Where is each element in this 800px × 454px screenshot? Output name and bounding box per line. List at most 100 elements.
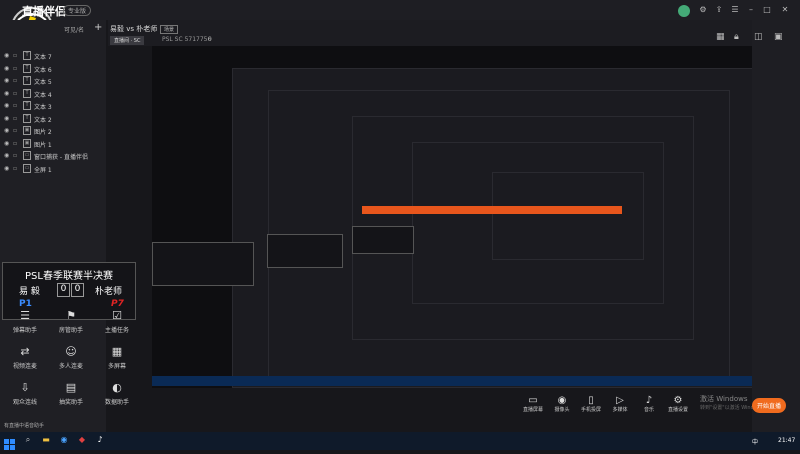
function-button[interactable]: ☰ 弹幕助手 bbox=[2, 306, 48, 340]
toolbar-button[interactable]: ⚙ 直播设置 bbox=[663, 395, 693, 413]
explorer-icon[interactable]: ▬ bbox=[40, 434, 52, 446]
share-icon[interactable]: ⇪ bbox=[714, 5, 724, 15]
function-icon: ⇩ bbox=[20, 381, 30, 394]
layer-type-icon: ▣ bbox=[23, 126, 31, 135]
lock-icon[interactable]: ▫ bbox=[13, 52, 17, 59]
function-button[interactable]: ▦ 多屏幕 bbox=[94, 342, 140, 376]
eye-icon[interactable]: ◉ bbox=[4, 152, 9, 159]
toolbar-button[interactable]: ♪ 音乐 bbox=[634, 395, 664, 413]
toolbar-button[interactable]: ▯ 手机投屏 bbox=[576, 395, 606, 413]
layer-item[interactable]: ◉ ▫ T 文本 4 bbox=[0, 88, 106, 100]
layer-label: 图片 2 bbox=[34, 129, 52, 136]
function-label: 弹幕助手 bbox=[12, 327, 37, 334]
eye-icon[interactable]: ◉ bbox=[4, 52, 9, 59]
eye-icon[interactable]: ◉ bbox=[4, 127, 9, 134]
lock-icon[interactable]: ▫ bbox=[13, 140, 17, 147]
camera-icon[interactable]: ◫ bbox=[754, 32, 768, 42]
lock-icon[interactable]: ▫ bbox=[13, 127, 17, 134]
lock-icon[interactable]: ▫ bbox=[13, 102, 17, 109]
function-icon: ⇄ bbox=[20, 345, 30, 358]
eye-icon[interactable]: ◉ bbox=[4, 140, 9, 147]
function-label: 视频连麦 bbox=[12, 363, 37, 370]
layer-item[interactable]: ◉ ▫ T 文本 7 bbox=[0, 50, 106, 62]
toolbar-button[interactable]: ▷ 多媒体 bbox=[605, 395, 635, 413]
function-label: 观众连线 bbox=[12, 399, 37, 406]
layer-item[interactable]: ◉ ▫ T 文本 3 bbox=[0, 100, 106, 112]
preview-canvas[interactable] bbox=[152, 46, 754, 388]
maximize-icon[interactable]: □ bbox=[762, 5, 772, 15]
function-button[interactable]: ⚑ 房管助手 bbox=[48, 306, 94, 340]
taskbar bbox=[0, 432, 800, 450]
layer-type-icon: ▣ bbox=[23, 138, 31, 148]
notification-text: 有直播中语音助手 bbox=[4, 423, 45, 429]
function-icon: ▤ bbox=[65, 381, 77, 394]
score2: 0 bbox=[71, 283, 84, 297]
eye-icon[interactable]: ◉ bbox=[4, 90, 9, 97]
mirror-alert-bar bbox=[362, 206, 622, 214]
clock: 21:47 bbox=[778, 437, 796, 444]
lock-icon[interactable]: ▫ bbox=[13, 165, 17, 172]
toolbar-icon: ▷ bbox=[616, 395, 624, 406]
eye-icon[interactable]: ◉ bbox=[4, 165, 9, 172]
layer-item[interactable]: ◉ ▫ ▣ 图片 2 bbox=[0, 125, 106, 137]
layer-type-icon: T bbox=[23, 51, 31, 60]
layer-item[interactable]: ◉ ▫ ▭ 窗口捕获 - 直播伴侣 bbox=[0, 150, 106, 162]
scene-badge[interactable]: 场景 bbox=[160, 25, 179, 34]
toolbar-icon: ⚙ bbox=[673, 395, 683, 406]
lock-icon[interactable]: ▫ bbox=[13, 77, 17, 84]
search-icon[interactable]: ⌕ bbox=[22, 434, 34, 446]
lock-icon[interactable]: ▫ bbox=[13, 65, 17, 72]
room-button[interactable]: 直播间 · SC bbox=[110, 36, 145, 45]
lock-icon[interactable]: 🔒︎ bbox=[734, 32, 748, 42]
layer-item[interactable]: ◉ ▫ ▭ 全屏 1 bbox=[0, 163, 106, 175]
toolbar-button[interactable]: ▭ 直播屏幕 bbox=[518, 395, 548, 413]
minimize-icon[interactable]: – bbox=[746, 5, 756, 15]
layer-label: 文本 7 bbox=[34, 54, 52, 61]
grid-icon[interactable]: ▣ bbox=[774, 32, 788, 42]
app-icon[interactable]: ◆ bbox=[76, 434, 88, 446]
language-indicator[interactable]: 中 bbox=[752, 437, 758, 446]
layer-type-icon: ▭ bbox=[23, 163, 31, 173]
mirror-level-5 bbox=[492, 172, 644, 260]
lock-icon[interactable]: ▫ bbox=[13, 152, 17, 159]
toolbar-button[interactable]: ◉ 摄像头 bbox=[547, 395, 577, 413]
function-button[interactable]: ◐ 数据助手 bbox=[94, 378, 140, 412]
mirror-taskbar bbox=[152, 376, 752, 386]
notification-icon[interactable]: ☰ bbox=[730, 5, 740, 15]
eye-icon[interactable]: ◉ bbox=[4, 102, 9, 109]
settings-icon[interactable]: ⚙ bbox=[698, 5, 708, 15]
live-app-icon[interactable]: ♪ bbox=[94, 434, 106, 446]
toolbar-label: 直播设置 bbox=[667, 407, 688, 413]
layer-item[interactable]: ◉ ▫ ▣ 图片 1 bbox=[0, 138, 106, 150]
layer-item[interactable]: ◉ ▫ T 文本 2 bbox=[0, 113, 106, 125]
layer-label: 文本 4 bbox=[34, 91, 52, 99]
function-icon: ◐ bbox=[112, 381, 122, 394]
layer-item[interactable]: ◉ ▫ T 文本 5 bbox=[0, 75, 106, 87]
layer-type-icon: ▭ bbox=[23, 151, 31, 160]
user-avatar[interactable] bbox=[678, 5, 690, 17]
function-button[interactable]: ☑ 主播任务 bbox=[94, 306, 140, 340]
lock-icon[interactable]: ▫ bbox=[13, 115, 17, 122]
function-button[interactable]: ☺ 多人连麦 bbox=[48, 342, 94, 376]
start-live-button[interactable]: 开始直播 bbox=[752, 398, 787, 413]
function-button[interactable]: ⇄ 视频连麦 bbox=[2, 342, 48, 376]
toolbar-icon: ♪ bbox=[645, 395, 653, 406]
function-label: 抽奖助手 bbox=[58, 399, 83, 406]
version-badge[interactable]: 专业版 bbox=[63, 5, 92, 16]
layout-icon[interactable]: ▦ bbox=[716, 32, 730, 42]
mirror-scoreboard-2 bbox=[267, 234, 343, 268]
layer-item[interactable]: ◉ ▫ T 文本 6 bbox=[0, 63, 106, 75]
windows-activation-title: 激活 Windows bbox=[700, 395, 748, 403]
windows-start-icon[interactable] bbox=[4, 435, 15, 450]
eye-icon[interactable]: ◉ bbox=[4, 65, 9, 72]
scene-title: 易毅 vs 朴老师 bbox=[110, 25, 158, 33]
function-icon: ▦ bbox=[111, 345, 123, 358]
browser-icon[interactable]: ◉ bbox=[58, 434, 70, 446]
eye-icon[interactable]: ◉ bbox=[4, 77, 9, 84]
add-layer-button[interactable]: + bbox=[94, 22, 102, 33]
function-button[interactable]: ▤ 抽奖助手 bbox=[48, 378, 94, 412]
function-button[interactable]: ⇩ 观众连线 bbox=[2, 378, 48, 412]
lock-icon[interactable]: ▫ bbox=[13, 90, 17, 97]
eye-icon[interactable]: ◉ bbox=[4, 115, 9, 122]
close-icon[interactable]: ✕ bbox=[780, 5, 790, 15]
